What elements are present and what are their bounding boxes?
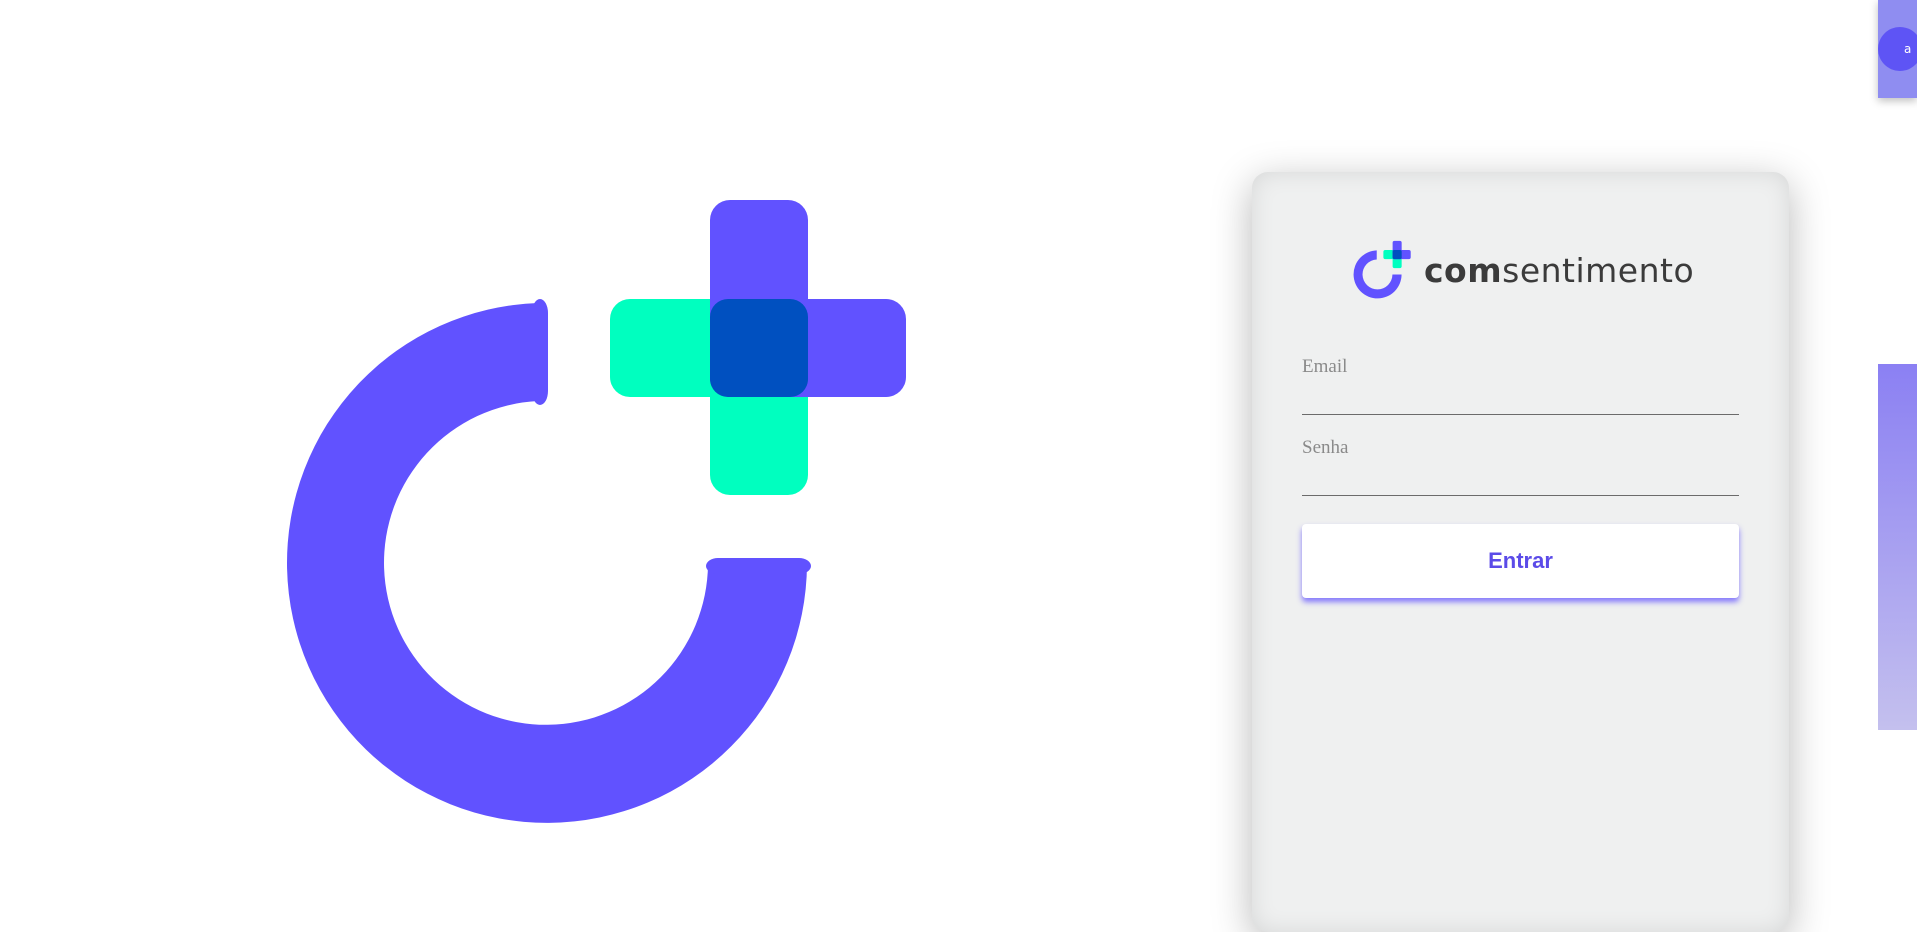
password-input[interactable] — [1302, 465, 1739, 496]
brand-logo: comsentimento — [1352, 240, 1694, 300]
password-label: Senha — [1302, 437, 1349, 458]
email-field-group: Email — [1302, 356, 1739, 415]
accessibility-button[interactable]: a — [1878, 0, 1917, 98]
brand-name-regular: sentimento — [1502, 250, 1695, 290]
login-card: comsentimento Email Senha Entrar — [1252, 172, 1789, 932]
hero-logo-mark-icon — [287, 200, 906, 823]
email-input[interactable] — [1302, 384, 1739, 415]
email-label: Email — [1302, 356, 1348, 377]
password-field-group: Senha — [1302, 437, 1739, 496]
side-panel-tab[interactable] — [1878, 364, 1917, 730]
brand-name-bold: com — [1424, 250, 1503, 290]
accessibility-glyph: a — [1904, 42, 1912, 56]
brand-name: comsentimento — [1424, 254, 1694, 287]
login-button[interactable]: Entrar — [1302, 524, 1739, 598]
brand-logo-mark-icon — [1353, 240, 1411, 299]
